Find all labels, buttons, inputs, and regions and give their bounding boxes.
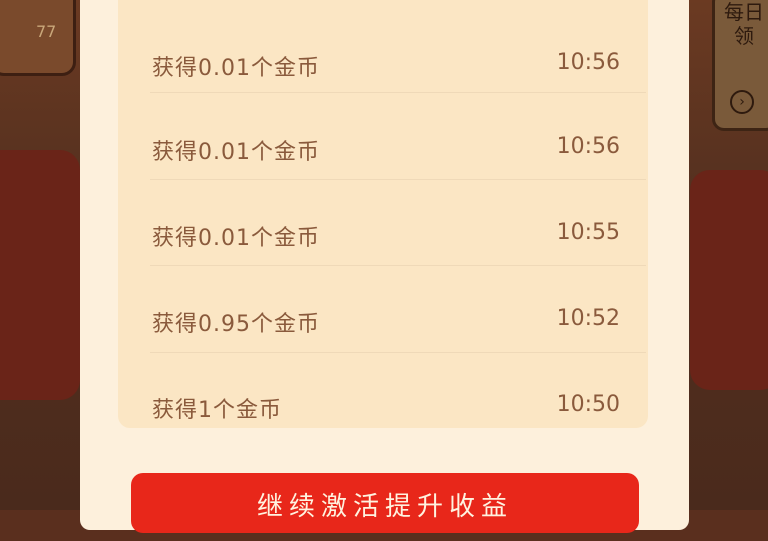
record-label: 获得0.01个金币 xyxy=(152,140,320,165)
record-time: 10:56 xyxy=(556,50,620,75)
list-item: 获得1个金币 10:50 xyxy=(150,358,650,444)
continue-activate-button[interactable]: 继续激活提升收益 xyxy=(131,473,639,533)
background-right-panel xyxy=(690,170,768,390)
divider xyxy=(150,352,646,353)
divider xyxy=(150,265,646,266)
record-time: 10:52 xyxy=(556,306,620,331)
record-label: 获得1个金币 xyxy=(152,398,282,423)
chevron-right-icon: › xyxy=(730,90,754,114)
list-item: 获得0.01个金币 10:56 xyxy=(150,100,650,186)
divider xyxy=(150,92,646,93)
record-label: 获得0.01个金币 xyxy=(152,56,320,81)
divider xyxy=(150,179,646,180)
background-left-badge: 77 xyxy=(36,22,57,41)
record-time: 10:50 xyxy=(556,392,620,417)
daily-claim-label: 每日领 xyxy=(724,0,764,48)
record-label: 获得0.95个金币 xyxy=(152,312,320,337)
background-left-panel xyxy=(0,150,80,400)
record-label: 获得0.01个金币 xyxy=(152,226,320,251)
record-time: 10:55 xyxy=(556,220,620,245)
list-item: 获得0.95个金币 10:52 xyxy=(150,272,650,358)
list-item: 获得0.01个金币 10:55 xyxy=(150,186,650,272)
record-time: 10:56 xyxy=(556,134,620,159)
list-item: 获得0.01个金币 10:56 xyxy=(150,16,650,102)
